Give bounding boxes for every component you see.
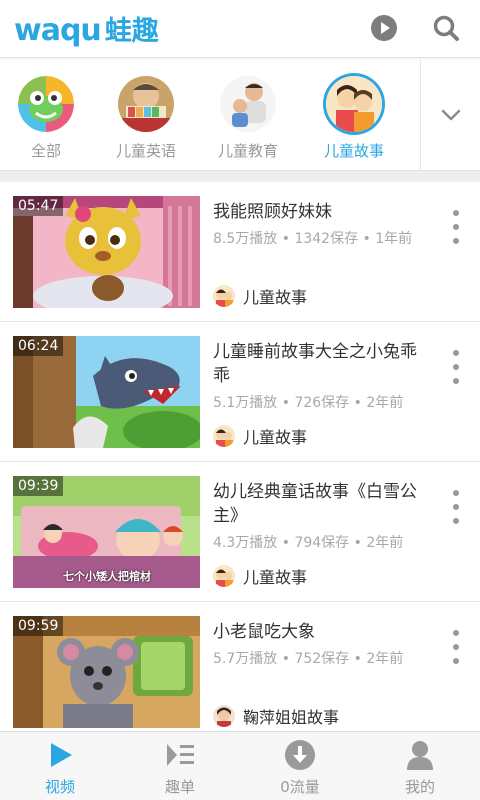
meta-separator: • bbox=[353, 535, 362, 551]
education-thumb-icon bbox=[220, 76, 276, 132]
nav-tab-playlists[interactable]: 趣单 bbox=[120, 738, 240, 797]
play-count: 4.3万播放 bbox=[213, 535, 278, 551]
video-duration: 09:59 bbox=[13, 616, 64, 636]
more-options-icon[interactable] bbox=[450, 630, 462, 664]
nav-tab-profile[interactable]: 我的 bbox=[360, 738, 480, 797]
frog-icon bbox=[18, 76, 74, 132]
channel-name: 鞠萍姐姐故事 bbox=[243, 708, 340, 727]
save-count: 752保存 bbox=[294, 651, 350, 667]
bottom-navigation: 视频 趣单 0流量 我的 bbox=[0, 731, 480, 800]
save-count: 726保存 bbox=[294, 395, 350, 411]
channel-info[interactable]: 儿童故事 bbox=[213, 284, 307, 308]
channel-avatar bbox=[213, 285, 235, 307]
app-logo[interactable]: waqu 蛙趣 bbox=[14, 9, 159, 48]
upload-age: 2年前 bbox=[366, 395, 404, 411]
video-meta: 5.7万播放 • 752保存 • 2年前 bbox=[213, 648, 403, 668]
video-row[interactable]: 09:59 小老鼠吃大象 5.7万播放 • 752保存 • 2年前 鞠萍姐姐故事 bbox=[0, 602, 480, 742]
channel-info[interactable]: 鞠萍姐姐故事 bbox=[213, 704, 339, 728]
section-divider bbox=[0, 170, 480, 182]
play-count: 5.1万播放 bbox=[213, 395, 278, 411]
nav-label: 我的 bbox=[404, 778, 435, 796]
nav-label: 趣单 bbox=[164, 778, 195, 796]
category-english[interactable]: 儿童英语 bbox=[100, 76, 192, 161]
category-all[interactable]: 全部 bbox=[0, 76, 92, 161]
upload-age: 2年前 bbox=[366, 535, 404, 551]
thumbnail-caption: 七个小矮人把棺材 bbox=[63, 570, 151, 583]
nav-label: 视频 bbox=[44, 778, 75, 796]
meta-separator: • bbox=[281, 231, 290, 247]
video-title[interactable]: 小老鼠吃大象 bbox=[213, 620, 431, 644]
video-row[interactable]: 05:47 我能照顾好妹妹 8.5万播放 • 1342保存 • 1年前 儿童故事 bbox=[0, 182, 480, 322]
category-label: 儿童英语 bbox=[115, 142, 176, 160]
channel-avatar bbox=[213, 705, 235, 727]
search-icon bbox=[433, 15, 459, 41]
nav-tab-videos[interactable]: 视频 bbox=[0, 738, 120, 797]
video-meta: 5.1万播放 • 726保存 • 2年前 bbox=[213, 392, 403, 412]
category-label: 儿童教育 bbox=[217, 142, 278, 160]
video-duration: 09:39 bbox=[13, 476, 64, 496]
chevron-down-icon bbox=[441, 109, 460, 121]
search-button[interactable] bbox=[430, 12, 462, 44]
meta-separator: • bbox=[353, 651, 362, 667]
video-duration: 05:47 bbox=[13, 196, 64, 216]
save-count: 1342保存 bbox=[294, 231, 359, 247]
nav-label: 0流量 bbox=[280, 778, 320, 796]
play-circle-icon bbox=[371, 15, 397, 41]
download-icon bbox=[285, 740, 315, 770]
app-header: waqu 蛙趣 bbox=[0, 0, 480, 58]
category-stories[interactable]: 儿童故事 bbox=[308, 76, 400, 161]
logo-text-cn: 蛙趣 bbox=[104, 16, 159, 47]
video-duration: 06:24 bbox=[13, 336, 64, 356]
channel-info[interactable]: 儿童故事 bbox=[213, 564, 307, 588]
video-row[interactable]: 06:24 儿童睡前故事大全之小兔乖乖 5.1万播放 • 726保存 • 2年前… bbox=[0, 322, 480, 462]
channel-avatar bbox=[213, 565, 235, 587]
save-count: 794保存 bbox=[294, 535, 350, 551]
video-thumbnail[interactable]: 09:39 七个小矮人把棺材 bbox=[13, 476, 200, 588]
meta-separator: • bbox=[281, 651, 290, 667]
play-history-button[interactable] bbox=[368, 12, 400, 44]
play-triangle-icon bbox=[51, 743, 72, 767]
playlist-icon bbox=[167, 744, 194, 766]
meta-separator: • bbox=[353, 395, 362, 411]
meta-separator: • bbox=[281, 395, 290, 411]
video-meta: 4.3万播放 • 794保存 • 2年前 bbox=[213, 532, 403, 552]
user-icon bbox=[407, 741, 433, 770]
category-bar: 全部 儿童英语 儿童教育 儿童故事 bbox=[0, 60, 480, 170]
channel-info[interactable]: 儿童故事 bbox=[213, 424, 307, 448]
video-row[interactable]: 09:39 七个小矮人把棺材 幼儿经典童话故事《白雪公主》 4.3万播放 • 7… bbox=[0, 462, 480, 602]
english-thumb-icon bbox=[118, 76, 174, 132]
more-options-icon[interactable] bbox=[450, 210, 462, 244]
channel-name: 儿童故事 bbox=[243, 288, 308, 307]
video-thumbnail[interactable]: 05:47 bbox=[13, 196, 200, 308]
logo-text-en: waqu bbox=[14, 13, 102, 48]
more-categories-button[interactable] bbox=[420, 60, 480, 170]
channel-name: 儿童故事 bbox=[243, 568, 308, 587]
channel-avatar bbox=[213, 425, 235, 447]
video-title[interactable]: 儿童睡前故事大全之小兔乖乖 bbox=[213, 340, 431, 388]
nav-tab-offline[interactable]: 0流量 bbox=[240, 738, 360, 797]
upload-age: 1年前 bbox=[375, 231, 413, 247]
more-options-icon[interactable] bbox=[450, 350, 462, 384]
channel-name: 儿童故事 bbox=[243, 428, 308, 447]
meta-separator: • bbox=[281, 535, 290, 551]
video-title[interactable]: 幼儿经典童话故事《白雪公主》 bbox=[213, 480, 431, 528]
play-count: 8.5万播放 bbox=[213, 231, 278, 247]
upload-age: 2年前 bbox=[366, 651, 404, 667]
stories-thumb-icon bbox=[326, 76, 382, 132]
video-thumbnail[interactable]: 06:24 bbox=[13, 336, 200, 448]
play-count: 5.7万播放 bbox=[213, 651, 278, 667]
video-title[interactable]: 我能照顾好妹妹 bbox=[213, 200, 431, 224]
more-options-icon[interactable] bbox=[450, 490, 462, 524]
category-education[interactable]: 儿童教育 bbox=[202, 76, 294, 161]
video-meta: 8.5万播放 • 1342保存 • 1年前 bbox=[213, 228, 412, 248]
category-label: 儿童故事 bbox=[323, 142, 384, 160]
category-label: 全部 bbox=[30, 142, 61, 160]
meta-separator: • bbox=[362, 231, 371, 247]
video-thumbnail[interactable]: 09:59 bbox=[13, 616, 200, 728]
